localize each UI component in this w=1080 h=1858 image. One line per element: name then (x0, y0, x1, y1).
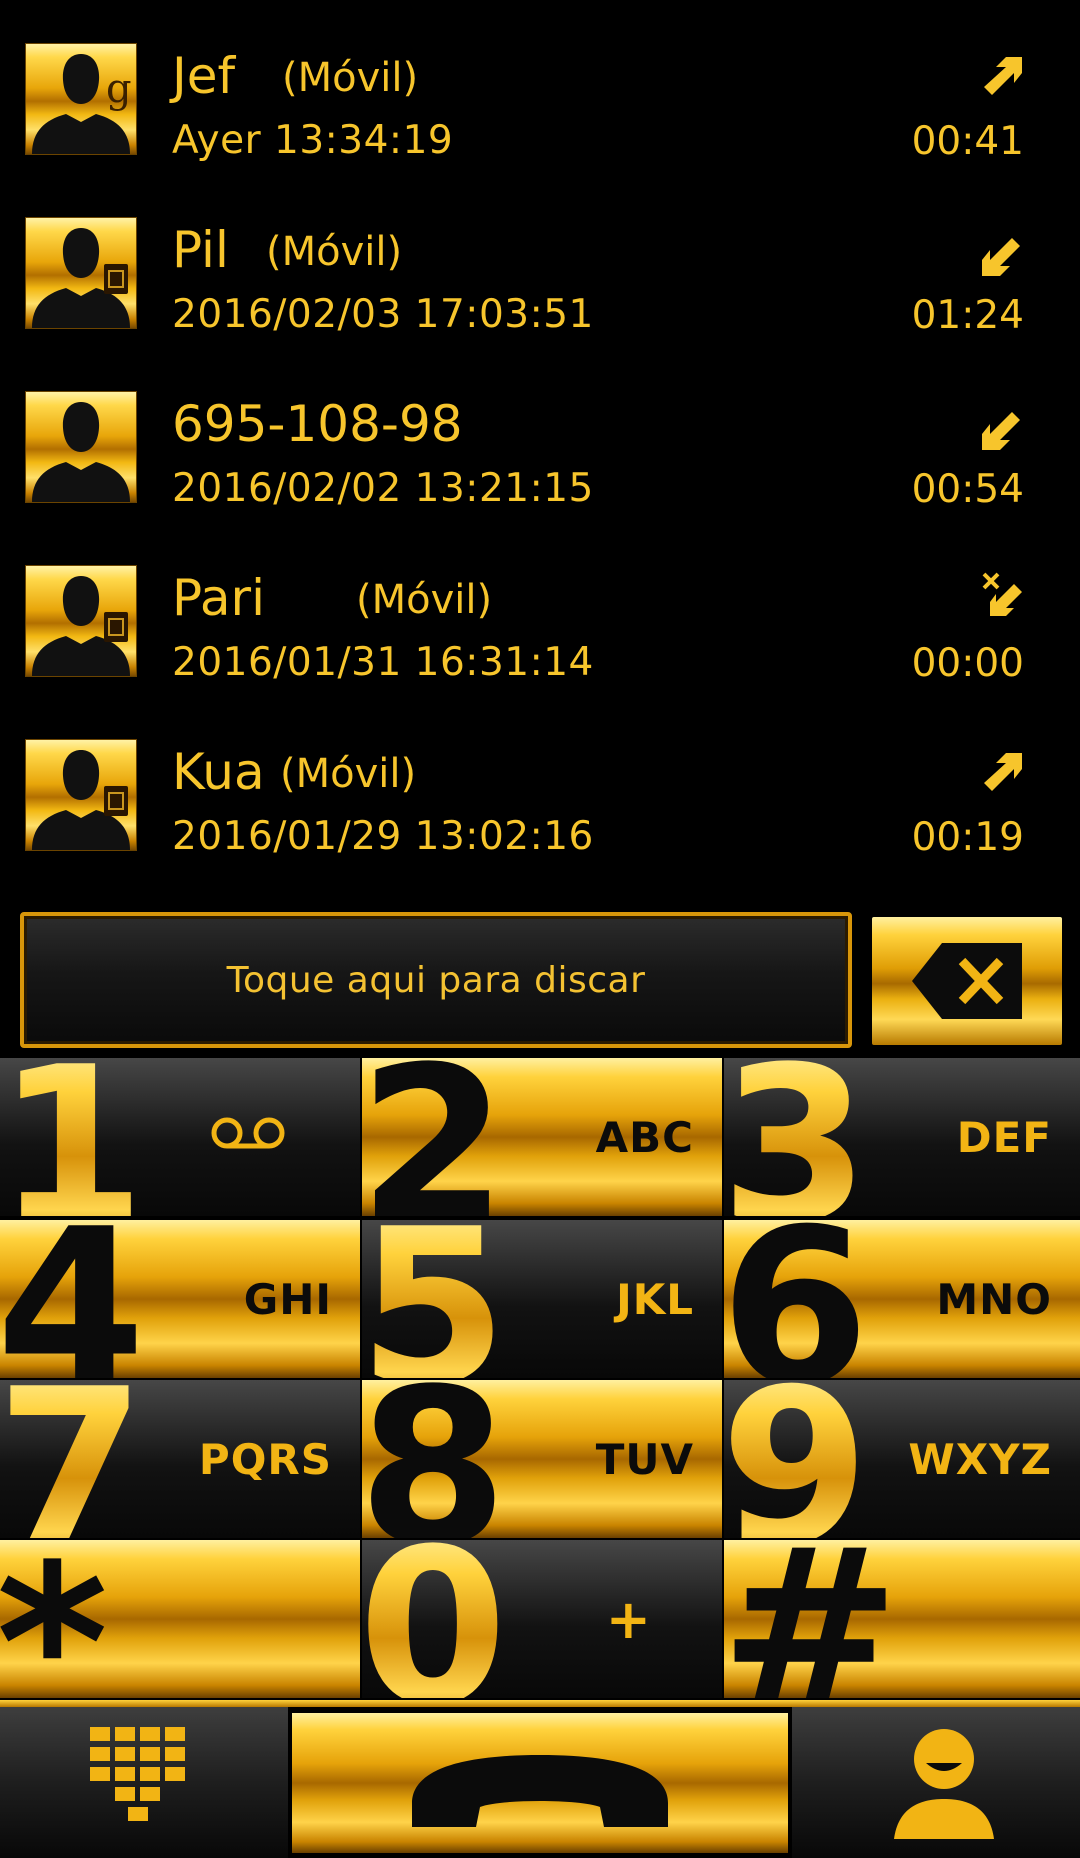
key-2[interactable]: 2 ABC (362, 1058, 722, 1216)
caller-number: 695-108-98 (172, 395, 463, 453)
key-9[interactable]: 9 WXYZ (724, 1380, 1080, 1538)
key-digit: 7 (0, 1380, 146, 1538)
number-type: (Móvil) (356, 577, 493, 623)
key-star[interactable]: * (0, 1540, 360, 1698)
call-duration: 00:19 (911, 815, 1024, 860)
contact-avatar[interactable] (26, 392, 136, 502)
key-7[interactable]: 7 PQRS (0, 1380, 360, 1538)
key-4[interactable]: 4 GHI (0, 1220, 360, 1378)
caller-name: Pari (172, 569, 265, 627)
number-type: (Móvil) (280, 751, 417, 797)
key-1[interactable]: 1 (0, 1058, 360, 1216)
call-timestamp: 2016/02/02 13:21:15 (172, 466, 594, 511)
contact-avatar[interactable] (26, 218, 136, 328)
key-3[interactable]: 3 DEF (724, 1058, 1080, 1216)
call-timestamp: 2016/01/29 13:02:16 (172, 814, 594, 859)
contact-avatar[interactable]: g (26, 44, 136, 154)
key-0[interactable]: 0 + (362, 1540, 722, 1698)
dialpad-icon (90, 1727, 185, 1821)
key-letters: JKL (616, 1274, 694, 1324)
sim-badge-icon (104, 786, 128, 816)
sim-badge-icon (104, 612, 128, 642)
person-silhouette-icon (32, 576, 130, 676)
key-digit: # (724, 1540, 900, 1698)
backspace-icon (912, 943, 1022, 1019)
key-letters: DEF (956, 1112, 1052, 1162)
caller-name: Pil (172, 221, 229, 279)
key-digit: 0 (362, 1540, 508, 1698)
call-button[interactable] (292, 1713, 788, 1853)
missed-call-icon (982, 572, 1022, 616)
voicemail-icon (211, 1117, 285, 1149)
call-timestamp: 2016/02/03 17:03:51 (172, 292, 594, 337)
call-log-row[interactable]: 695-108-98 2016/02/02 13:21:15 00:54 (0, 348, 1080, 522)
key-letters: TUV (595, 1434, 694, 1484)
caller-name: Kua (172, 743, 265, 801)
key-digit: * (0, 1540, 108, 1698)
incoming-call-icon (982, 238, 1020, 276)
key-5[interactable]: 5 JKL (362, 1220, 722, 1378)
outgoing-call-icon (984, 57, 1022, 95)
number-type: (Móvil) (282, 55, 419, 101)
call-log-row[interactable]: g Jef (Móvil) Ayer 13:34:19 00:41 (0, 0, 1080, 174)
key-digit: 3 (724, 1058, 870, 1216)
key-digit: 2 (362, 1058, 508, 1216)
dial-keypad: 1 2 ABC 3 DEF 4 GHI 5 JKL 6 MNO 7 PQRS 8… (0, 1058, 1080, 1700)
key-letters: PQRS (198, 1434, 332, 1484)
backspace-button[interactable] (872, 917, 1062, 1045)
person-silhouette-icon (32, 228, 130, 328)
key-hash[interactable]: # (724, 1540, 1080, 1698)
dial-number-field[interactable]: Toque aqui para discar (20, 912, 852, 1048)
key-letters: ABC (595, 1112, 694, 1162)
call-duration: 01:24 (911, 293, 1024, 338)
call-duration: 00:00 (911, 641, 1024, 686)
number-type: (Móvil) (266, 229, 403, 275)
key-digit: 8 (362, 1380, 508, 1538)
key-letters: MNO (936, 1274, 1052, 1324)
call-timestamp: 2016/01/31 16:31:14 (172, 640, 594, 685)
call-log-row[interactable]: Pil (Móvil) 2016/02/03 17:03:51 01:24 (0, 174, 1080, 348)
call-timestamp: Ayer 13:34:19 (172, 118, 454, 163)
call-log-list: g Jef (Móvil) Ayer 13:34:19 00:41 Pil (M… (0, 0, 1080, 900)
key-digit: 5 (362, 1220, 508, 1378)
contact-avatar[interactable] (26, 740, 136, 850)
sim-badge-icon (104, 264, 128, 294)
call-log-row[interactable]: Pari (Móvil) 2016/01/31 16:31:14 00:00 (0, 522, 1080, 696)
caller-name: Jef (172, 47, 236, 105)
key-digit: 6 (724, 1220, 870, 1378)
key-letters: GHI (243, 1274, 332, 1324)
phone-handset-icon (412, 1755, 668, 1827)
call-duration: 00:41 (911, 119, 1024, 164)
person-silhouette-icon (32, 402, 130, 502)
dialpad-toggle-button[interactable] (0, 1707, 288, 1858)
person-silhouette-icon (32, 750, 130, 850)
key-letters: + (605, 1587, 652, 1651)
key-digit: 9 (724, 1380, 870, 1538)
dial-placeholder: Toque aqui para discar (226, 959, 646, 1001)
contacts-button[interactable] (792, 1707, 1080, 1858)
bottom-divider (0, 1700, 1080, 1707)
outgoing-call-icon (984, 753, 1022, 791)
contacts-icon (894, 1729, 994, 1839)
call-duration: 00:54 (911, 467, 1024, 512)
call-log-row[interactable]: Kua (Móvil) 2016/01/29 13:02:16 00:19 (0, 696, 1080, 870)
key-digit: 4 (0, 1220, 146, 1378)
google-badge-icon: g (106, 66, 132, 112)
person-silhouette-icon: g (32, 54, 132, 154)
key-digit: 1 (0, 1058, 146, 1216)
key-8[interactable]: 8 TUV (362, 1380, 722, 1538)
contact-avatar[interactable] (26, 566, 136, 676)
key-6[interactable]: 6 MNO (724, 1220, 1080, 1378)
key-letters: WXYZ (908, 1434, 1052, 1484)
incoming-call-icon (982, 412, 1020, 450)
